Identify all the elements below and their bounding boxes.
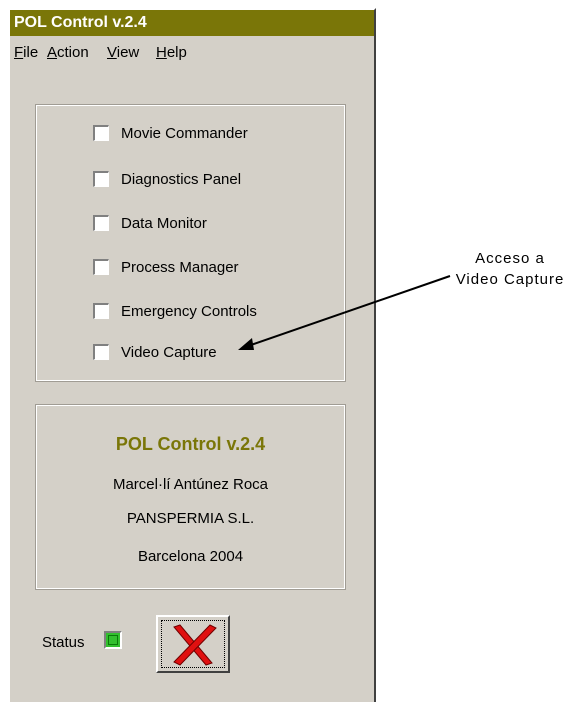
window-title: POL Control v.2.4 [14, 14, 147, 31]
checkbox-label: Video Capture [121, 343, 217, 361]
checkbox-process-manager[interactable]: Process Manager [93, 256, 239, 278]
checkbox-data-monitor[interactable]: Data Monitor [93, 212, 207, 234]
menu-view[interactable]: View [107, 44, 139, 61]
checkbox-movie-commander[interactable]: Movie Commander [93, 122, 248, 144]
annotation-callout: Acceso a Video Capture [420, 248, 587, 290]
checkbox-box[interactable] [93, 303, 109, 319]
checkbox-label: Emergency Controls [121, 302, 257, 320]
menu-action[interactable]: Action [47, 44, 89, 61]
checkbox-label: Movie Commander [121, 124, 248, 142]
checkbox-box[interactable] [93, 125, 109, 141]
checkbox-label: Diagnostics Panel [121, 170, 242, 188]
menu-file[interactable]: File [14, 44, 38, 61]
checkbox-label: Process Manager [121, 258, 239, 276]
red-x-icon [173, 624, 217, 666]
status-indicator [104, 631, 122, 649]
app-window: POL Control v.2.4 File Action View Help … [8, 8, 376, 702]
checkbox-box[interactable] [93, 171, 109, 187]
close-button[interactable] [156, 615, 230, 673]
annotation-line-2: Video Capture [455, 271, 565, 288]
menu-help[interactable]: Help [156, 44, 187, 61]
checkbox-emergency-controls[interactable]: Emergency Controls [93, 300, 257, 322]
checkbox-box[interactable] [93, 344, 109, 360]
about-group: POL Control v.2.4 Marcel·lí Antúnez Roca… [35, 404, 346, 590]
checkbox-video-capture[interactable]: Video Capture [93, 341, 217, 363]
about-author: Marcel·lí Antúnez Roca [112, 476, 269, 493]
about-title: POL Control v.2.4 [115, 434, 266, 454]
about-place: Barcelona 2004 [137, 548, 244, 565]
checkbox-box[interactable] [93, 259, 109, 275]
modules-group: Movie Commander Diagnostics Panel Data M… [35, 104, 346, 382]
checkbox-box[interactable] [93, 215, 109, 231]
checkbox-diagnostics-panel[interactable]: Diagnostics Panel [93, 168, 241, 190]
about-company: PANSPERMIA S.L. [126, 510, 255, 527]
title-bar: POL Control v.2.4 [10, 10, 374, 36]
status-label: Status [42, 634, 85, 651]
checkbox-label: Data Monitor [121, 214, 207, 232]
annotation-line-1: Acceso a [475, 250, 545, 267]
